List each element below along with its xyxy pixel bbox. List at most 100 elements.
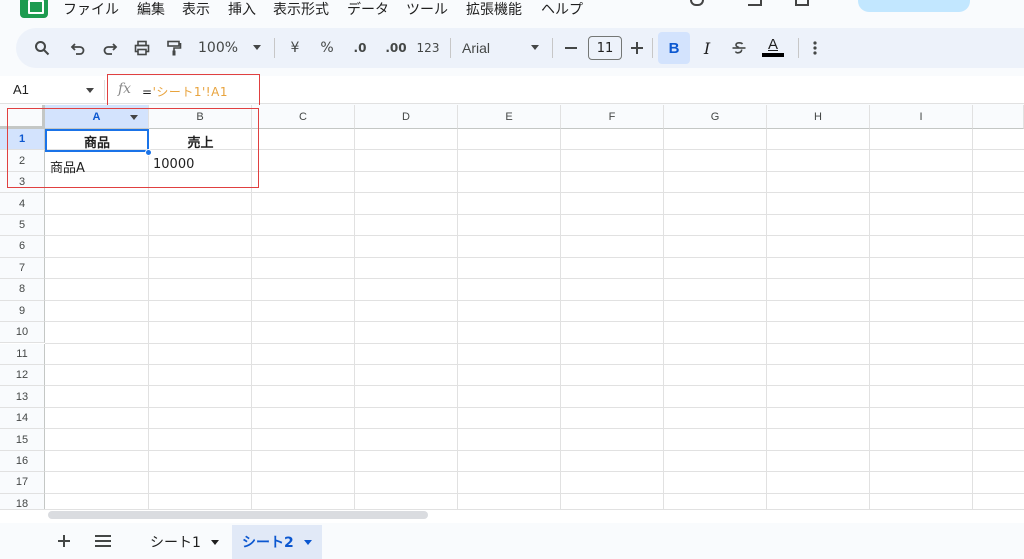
row-header-8[interactable]: 8 [0, 279, 45, 301]
row-gridline [45, 385, 1024, 387]
row-header-17[interactable]: 17 [0, 472, 45, 494]
spreadsheet-grid[interactable]: ABCDEFGHI 1 2 3 4 5 6 7 8 9 10 11 12 13 14 15 16 17 18 商品… [0, 105, 1024, 509]
row-header-4[interactable]: 4 [0, 193, 45, 215]
menu-tools[interactable]: ツール [406, 0, 448, 20]
name-box[interactable]: A1 [13, 82, 29, 97]
increase-font-size-icon[interactable] [628, 28, 646, 68]
text-color-letter: A [767, 35, 778, 53]
bold-button[interactable]: B [658, 32, 690, 64]
more-formats-button[interactable]: 123 [416, 28, 440, 68]
column-gridline [766, 129, 767, 509]
history-icon[interactable] [690, 0, 704, 6]
sheet-tab-1-menu-icon[interactable] [210, 539, 219, 545]
horizontal-scrollbar-thumb[interactable] [48, 511, 428, 519]
increase-decimal-label: .00 [385, 41, 407, 55]
row-gridline [45, 192, 1024, 194]
column-header-i[interactable]: I [870, 105, 973, 129]
share-button[interactable] [858, 0, 970, 12]
row-header-6[interactable]: 6 [0, 236, 45, 258]
column-gridline [457, 129, 458, 509]
zoom-dropdown-icon[interactable] [250, 28, 264, 68]
row-gridline [45, 342, 1024, 344]
row-gridline [45, 299, 1024, 301]
menu-format[interactable]: 表示形式 [273, 0, 329, 20]
column-header-partial[interactable] [973, 105, 1024, 129]
menu-view[interactable]: 表示 [182, 0, 210, 20]
toolbar-divider [552, 38, 553, 58]
decrease-font-size-icon[interactable] [562, 28, 580, 68]
sheets-logo-icon[interactable] [20, 0, 48, 18]
paint-format-icon[interactable] [162, 28, 186, 68]
sheet-tab-2[interactable]: シート2 [232, 525, 322, 559]
sheet-tab-1[interactable]: シート1 [140, 525, 229, 559]
add-sheet-icon[interactable] [54, 529, 74, 553]
row-gridline [45, 321, 1024, 323]
undo-icon[interactable] [66, 28, 90, 68]
row-gridline [45, 213, 1024, 215]
formula-bar-divider [104, 80, 105, 100]
redo-icon[interactable] [98, 28, 122, 68]
row-header-7[interactable]: 7 [0, 257, 45, 280]
text-color-button[interactable]: A [760, 28, 786, 68]
column-gridline [354, 129, 355, 509]
decrease-decimal-label: .0 [353, 41, 367, 55]
row-header-9[interactable]: 9 [0, 300, 45, 323]
sheet-tab-2-menu-icon[interactable] [303, 539, 312, 545]
row-header-11[interactable]: 11 [0, 343, 45, 365]
row-header-16[interactable]: 16 [0, 450, 45, 473]
formula-annotation-box [107, 74, 260, 106]
font-dropdown-icon[interactable] [528, 28, 542, 68]
column-header-e[interactable]: E [458, 105, 561, 129]
row-header-18[interactable]: 18 [0, 493, 45, 509]
decrease-decimal-button[interactable]: .0 [348, 28, 372, 68]
toolbar-divider [652, 38, 653, 58]
menu-bar: ファイル 編集 表示 挿入 表示形式 データ ツール 拡張機能 ヘルプ [0, 0, 1024, 22]
row-gridline [45, 235, 1024, 237]
data-annotation-box [7, 108, 259, 188]
toolbar-divider [450, 38, 451, 58]
font-select[interactable]: Arial [462, 28, 522, 68]
row-header-5[interactable]: 5 [0, 214, 45, 237]
italic-button[interactable]: I [696, 28, 718, 68]
name-box-dropdown-icon[interactable] [86, 88, 94, 93]
more-options-icon[interactable] [808, 28, 822, 68]
currency-button[interactable]: ¥ [286, 28, 304, 68]
row-gridline [45, 256, 1024, 258]
meet-icon[interactable] [795, 0, 809, 6]
search-menus-icon[interactable] [30, 28, 54, 68]
column-header-d[interactable]: D [355, 105, 458, 129]
strikethrough-icon[interactable] [728, 28, 750, 68]
menu-extensions[interactable]: 拡張機能 [466, 0, 522, 20]
row-header-15[interactable]: 15 [0, 429, 45, 451]
zoom-value: 100% [198, 40, 239, 56]
font-size-input[interactable]: 11 [588, 36, 622, 60]
menu-help[interactable]: ヘルプ [541, 0, 583, 20]
menu-file[interactable]: ファイル [63, 0, 119, 20]
menu-data[interactable]: データ [347, 0, 389, 20]
column-header-f[interactable]: F [561, 105, 664, 129]
row-gridline [45, 428, 1024, 430]
menu-edit[interactable]: 編集 [137, 0, 165, 20]
print-icon[interactable] [130, 28, 154, 68]
all-sheets-icon[interactable] [93, 529, 113, 553]
row-header-14[interactable]: 14 [0, 407, 45, 430]
toolbar: 100% ¥ % .0 .00 123 Arial 11 B I A [16, 28, 1024, 68]
row-header-13[interactable]: 13 [0, 386, 45, 408]
menu-insert[interactable]: 挿入 [228, 0, 256, 20]
row-gridline [45, 471, 1024, 473]
column-gridline [663, 129, 664, 509]
column-header-h[interactable]: H [767, 105, 870, 129]
toolbar-divider [274, 38, 275, 58]
comment-icon[interactable] [748, 0, 762, 6]
row-gridline [45, 363, 1024, 365]
increase-decimal-button[interactable]: .00 [382, 28, 410, 68]
row-header-10[interactable]: 10 [0, 322, 45, 344]
zoom-select[interactable]: 100% [198, 28, 246, 68]
column-header-g[interactable]: G [664, 105, 767, 129]
percent-button[interactable]: % [318, 28, 336, 68]
row-header-12[interactable]: 12 [0, 364, 45, 387]
column-header-c[interactable]: C [252, 105, 355, 129]
sheet-tab-2-label: シート2 [242, 535, 294, 551]
sheet-tab-1-label: シート1 [150, 535, 201, 551]
row-gridline [45, 492, 1024, 494]
